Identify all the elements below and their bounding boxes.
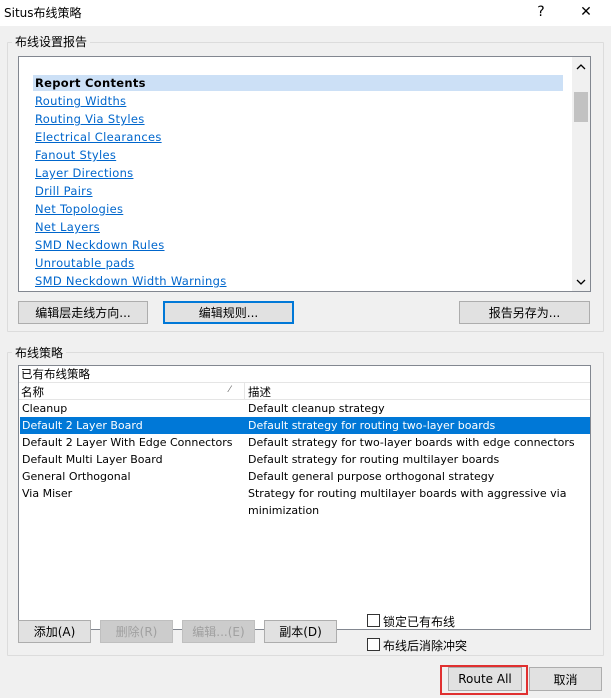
help-button[interactable]: ? bbox=[523, 0, 559, 24]
dialog-body: 布线设置报告 Report Contents Routing Widths Ro… bbox=[0, 26, 611, 698]
strategy-list[interactable]: 已有布线策略 名称 ⁄ 描述 Cleanup Default cleanup s… bbox=[18, 365, 591, 630]
report-view[interactable]: Report Contents Routing Widths Routing V… bbox=[18, 56, 591, 292]
edit-layer-directions-button[interactable]: 编辑层走线方向... bbox=[18, 301, 148, 324]
lock-routes-checkbox[interactable] bbox=[367, 614, 380, 627]
sort-icon: ⁄ bbox=[229, 385, 231, 395]
row-name: General Orthogonal bbox=[22, 470, 131, 483]
row-desc: Default general purpose orthogonal strat… bbox=[248, 470, 495, 483]
scroll-thumb[interactable] bbox=[574, 92, 588, 122]
copy-strategy-button[interactable]: 副本(D) bbox=[264, 620, 337, 643]
row-name: Via Miser bbox=[22, 487, 73, 500]
report-link-fanout-styles[interactable]: Fanout Styles bbox=[35, 148, 116, 162]
table-row[interactable]: Default Multi Layer Board Default strate… bbox=[20, 451, 590, 468]
report-link-net-topologies[interactable]: Net Topologies bbox=[35, 202, 123, 216]
cleanup-checkbox[interactable] bbox=[367, 638, 380, 651]
row-desc: Default cleanup strategy bbox=[248, 402, 385, 415]
strategy-list-header: 名称 ⁄ 描述 bbox=[19, 382, 590, 400]
row-desc: Strategy for routing multilayer boards w… bbox=[248, 487, 567, 517]
row-name: Default 2 Layer Board bbox=[22, 419, 143, 432]
scroll-up-button[interactable] bbox=[572, 57, 590, 75]
table-row[interactable]: Via Miser Strategy for routing multilaye… bbox=[20, 485, 590, 517]
row-name: Default Multi Layer Board bbox=[22, 453, 163, 466]
cancel-button[interactable]: 取消 bbox=[529, 667, 602, 691]
table-row[interactable]: Default 2 Layer With Edge Connectors Def… bbox=[20, 434, 590, 451]
report-link-smd-neckdown-rules[interactable]: SMD Neckdown Rules bbox=[35, 238, 165, 252]
edit-rules-button[interactable]: 编辑规则... bbox=[163, 301, 294, 324]
row-desc: Default strategy for two-layer boards wi… bbox=[248, 436, 575, 449]
row-name: Cleanup bbox=[22, 402, 68, 415]
report-header: Report Contents bbox=[33, 75, 563, 91]
cleanup-label: 布线后消除冲突 bbox=[383, 639, 468, 653]
row-name: Default 2 Layer With Edge Connectors bbox=[22, 436, 233, 449]
table-row-selected[interactable]: Default 2 Layer Board Default strategy f… bbox=[20, 417, 590, 434]
chevron-down-icon bbox=[576, 279, 586, 285]
column-header-name[interactable]: 名称 bbox=[21, 384, 44, 400]
chevron-up-icon bbox=[576, 63, 586, 69]
scroll-down-button[interactable] bbox=[572, 273, 590, 291]
report-link-drill-pairs[interactable]: Drill Pairs bbox=[35, 184, 93, 198]
report-link-routing-via-styles[interactable]: Routing Via Styles bbox=[35, 112, 145, 126]
close-icon: ✕ bbox=[580, 4, 592, 20]
column-divider[interactable] bbox=[244, 383, 245, 399]
row-desc: Default strategy for routing two-layer b… bbox=[248, 419, 496, 432]
strategy-list-title: 已有布线策略 bbox=[21, 367, 90, 381]
lock-routes-label: 锁定已有布线 bbox=[383, 615, 456, 629]
strategy-group-label: 布线策略 bbox=[12, 344, 67, 361]
close-button[interactable]: ✕ bbox=[568, 0, 604, 24]
route-all-button[interactable]: Route All bbox=[448, 667, 522, 691]
table-row[interactable]: General Orthogonal Default general purpo… bbox=[20, 468, 590, 485]
row-desc: Default strategy for routing multilayer … bbox=[248, 453, 500, 466]
add-strategy-button[interactable]: 添加(A) bbox=[18, 620, 91, 643]
save-report-button[interactable]: 报告另存为... bbox=[459, 301, 590, 324]
column-header-desc[interactable]: 描述 bbox=[248, 384, 271, 400]
report-link-smd-neckdown-width-warnings[interactable]: SMD Neckdown Width Warnings bbox=[35, 274, 227, 288]
window-title: Situs布线策略 bbox=[4, 6, 82, 20]
report-link-routing-widths[interactable]: Routing Widths bbox=[35, 94, 126, 108]
title-bar: Situs布线策略 ? ✕ bbox=[0, 0, 611, 26]
report-group-label: 布线设置报告 bbox=[12, 33, 91, 50]
report-link-unroutable-pads[interactable]: Unroutable pads bbox=[35, 256, 134, 270]
report-link-net-layers[interactable]: Net Layers bbox=[35, 220, 100, 234]
report-scrollbar[interactable] bbox=[572, 57, 590, 291]
report-link-electrical-clearances[interactable]: Electrical Clearances bbox=[35, 130, 162, 144]
table-row[interactable]: Cleanup Default cleanup strategy bbox=[20, 400, 590, 417]
report-link-layer-directions[interactable]: Layer Directions bbox=[35, 166, 133, 180]
edit-strategy-button[interactable]: 编辑...(E) bbox=[182, 620, 255, 643]
remove-strategy-button[interactable]: 删除(R) bbox=[100, 620, 173, 643]
